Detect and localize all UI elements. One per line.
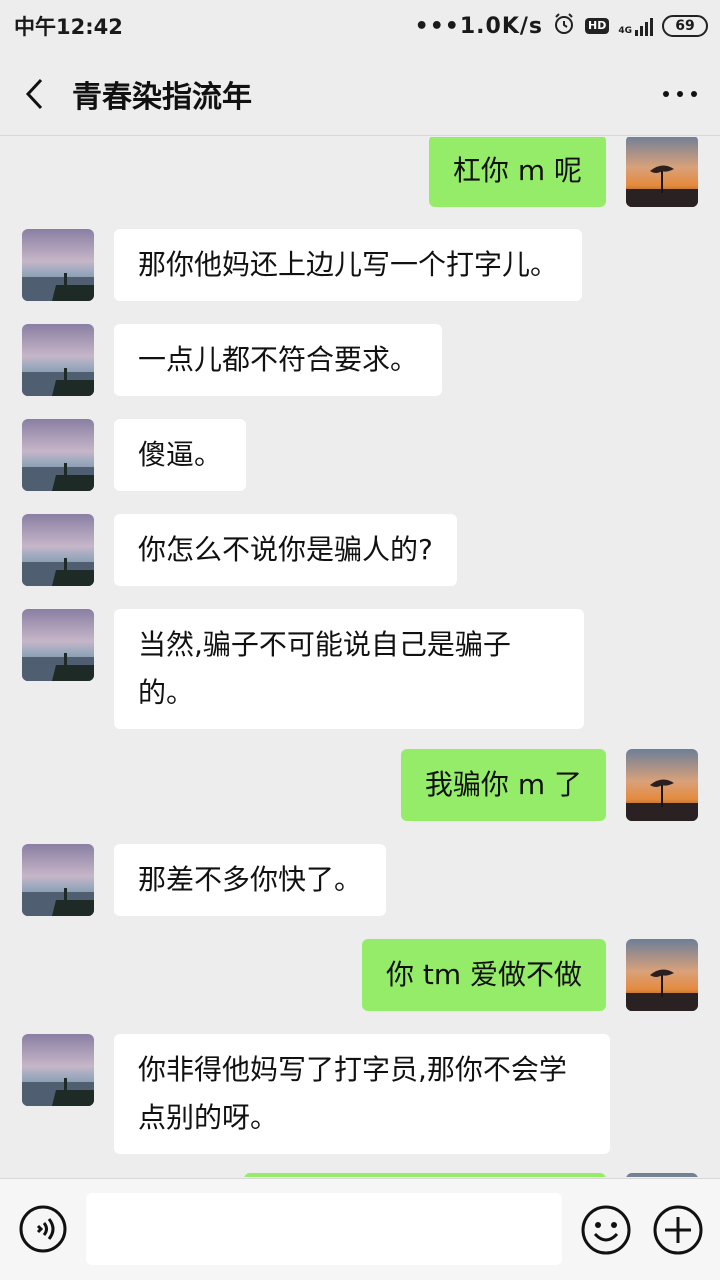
emoji-button[interactable] xyxy=(580,1204,632,1256)
contact-avatar[interactable] xyxy=(22,324,94,396)
voice-button[interactable] xyxy=(18,1204,68,1254)
message-bubble[interactable]: 傻逼。 xyxy=(114,419,247,491)
more-button[interactable] xyxy=(640,52,720,136)
net-speed: •••1.0K/s xyxy=(414,13,543,39)
my-avatar[interactable] xyxy=(626,749,698,821)
hd-icon: HD xyxy=(585,18,610,34)
message-bubble[interactable]: 杠你 m 呢 xyxy=(428,137,606,207)
my-avatar[interactable] xyxy=(626,137,698,207)
more-functions-button[interactable] xyxy=(652,1204,704,1256)
message-bubble[interactable]: 当然,骗子不可能说自己是骗子的。 xyxy=(114,609,584,729)
emoji-icon xyxy=(581,1205,631,1255)
my-avatar[interactable] xyxy=(626,1173,698,1177)
contact-avatar[interactable] xyxy=(22,844,94,916)
contact-avatar[interactable] xyxy=(22,514,94,586)
contact-avatar[interactable] xyxy=(22,419,94,491)
chat-title: 青春染指流年 xyxy=(72,79,252,115)
status-indicators: •••1.0K/s HD 4G 69 xyxy=(415,12,708,41)
message-list[interactable]: 杠你 m 呢 那你他妈还上边儿写一个打字儿。 一点儿都不符合要求。 傻逼。 你怎… xyxy=(0,137,720,1177)
signal-icon: 4G xyxy=(618,16,653,36)
input-bar xyxy=(0,1178,720,1280)
status-time: 中午12:42 xyxy=(14,15,123,39)
voice-icon xyxy=(19,1205,67,1253)
contact-avatar[interactable] xyxy=(22,1034,94,1106)
message-bubble[interactable]: 那你他妈还上边儿写一个打字儿。 xyxy=(114,229,583,301)
more-dots-icon xyxy=(663,90,697,97)
chat-header: 青春染指流年 xyxy=(0,52,720,136)
alarm-icon xyxy=(552,12,576,41)
chevron-left-icon xyxy=(25,78,43,109)
message-bubble[interactable]: 你怎么不说你是骗人的? xyxy=(114,514,457,586)
message-bubble[interactable]: 我骗你 m 了 xyxy=(400,749,606,821)
message-bubble[interactable]: 那差不多你快了。 xyxy=(114,844,387,916)
contact-avatar[interactable] xyxy=(22,609,94,681)
message-bubble[interactable]: 你 tm 爱做不做 xyxy=(361,939,606,1011)
message-bubble[interactable]: 你非得他妈写了打字员,那你不会学点别的呀。 xyxy=(114,1034,610,1154)
contact-avatar[interactable] xyxy=(22,229,94,301)
status-bar: 中午12:42 •••1.0K/s HD 4G 69 xyxy=(0,0,720,52)
message-bubble[interactable] xyxy=(244,1173,606,1177)
message-input[interactable] xyxy=(86,1193,562,1265)
plus-icon xyxy=(653,1205,703,1255)
my-avatar[interactable] xyxy=(626,939,698,1011)
battery-icon: 69 xyxy=(662,15,708,37)
back-button[interactable] xyxy=(0,52,70,136)
message-bubble[interactable]: 一点儿都不符合要求。 xyxy=(114,324,443,396)
